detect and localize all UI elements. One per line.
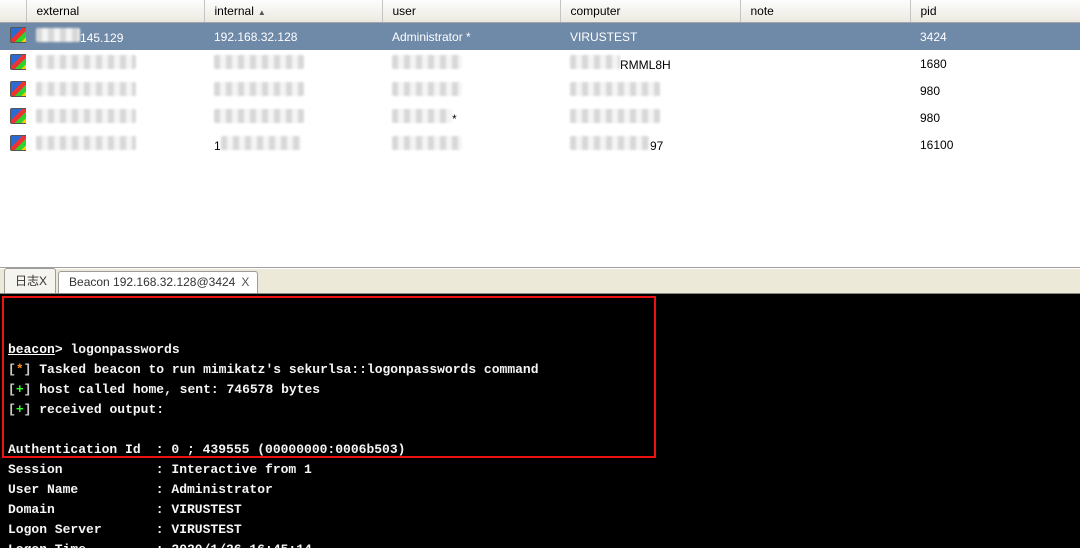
beacon-icon bbox=[10, 54, 26, 70]
beacon-table: external internal user computer note pid… bbox=[0, 0, 1080, 158]
field-value: Administrator bbox=[171, 482, 272, 497]
cell-pid: 3424 bbox=[910, 23, 1080, 51]
field-value: VIRUSTEST bbox=[171, 502, 241, 517]
col-internal[interactable]: internal bbox=[204, 0, 382, 23]
table-row[interactable]: RMML8H 1680 bbox=[0, 50, 1080, 77]
cell-internal: 1 bbox=[214, 139, 221, 153]
field-label: Logon Server bbox=[8, 520, 148, 540]
console-line: received output: bbox=[39, 402, 164, 417]
tab-label: 日志X bbox=[15, 272, 47, 289]
col-external[interactable]: external bbox=[26, 0, 204, 23]
field-value: Interactive from 1 bbox=[171, 462, 311, 477]
beacon-console[interactable]: beacon> logonpasswords [*] Tasked beacon… bbox=[0, 294, 1080, 548]
table-row[interactable]: 1 97 16100 bbox=[0, 131, 1080, 158]
cell-pid: 980 bbox=[910, 104, 1080, 131]
table-row[interactable]: * 980 bbox=[0, 104, 1080, 131]
beacon-icon bbox=[10, 27, 26, 43]
cell-computer: VIRUSTEST bbox=[560, 23, 740, 51]
cell-external: 145.129 bbox=[80, 31, 123, 45]
beacon-list-pane: external internal user computer note pid… bbox=[0, 0, 1080, 268]
cell-pid: 1680 bbox=[910, 50, 1080, 77]
field-value: 2020/1/26 16:45:14 bbox=[171, 542, 311, 548]
cell-internal: 192.168.32.128 bbox=[204, 23, 382, 51]
beacon-icon bbox=[10, 81, 26, 97]
highlight-box bbox=[2, 296, 656, 458]
cell-user: * bbox=[452, 112, 457, 126]
col-computer[interactable]: computer bbox=[560, 0, 740, 23]
beacon-icon bbox=[10, 135, 26, 151]
field-label: Authentication Id bbox=[8, 440, 148, 460]
console-line: host called home, sent: 746578 bytes bbox=[39, 382, 320, 397]
tab-log[interactable]: 日志X bbox=[4, 268, 56, 293]
field-label: User Name bbox=[8, 480, 148, 500]
cell-note bbox=[740, 23, 910, 51]
field-label: Logon Time bbox=[8, 540, 148, 548]
tab-beacon[interactable]: Beacon 192.168.32.128@3424 X bbox=[58, 271, 258, 293]
col-pid[interactable]: pid bbox=[910, 0, 1080, 23]
close-icon[interactable]: X bbox=[241, 275, 249, 289]
cell-pid: 980 bbox=[910, 77, 1080, 104]
table-row[interactable]: 145.129 192.168.32.128 Administrator * V… bbox=[0, 23, 1080, 51]
col-icon[interactable] bbox=[0, 0, 26, 23]
col-user[interactable]: user bbox=[382, 0, 560, 23]
table-header-row: external internal user computer note pid bbox=[0, 0, 1080, 23]
col-note[interactable]: note bbox=[740, 0, 910, 23]
console-line: Tasked beacon to run mimikatz's sekurlsa… bbox=[39, 362, 538, 377]
console-prompt: beacon bbox=[8, 342, 55, 357]
field-value: 0 ; 439555 (00000000:0006b503) bbox=[171, 442, 405, 457]
table-row[interactable]: 980 bbox=[0, 77, 1080, 104]
cell-user: Administrator * bbox=[382, 23, 560, 51]
cell-computer: RMML8H bbox=[620, 58, 671, 72]
tab-bar: 日志X Beacon 192.168.32.128@3424 X bbox=[0, 268, 1080, 294]
cell-pid: 16100 bbox=[910, 131, 1080, 158]
console-command: logonpasswords bbox=[70, 342, 179, 357]
field-label: Session bbox=[8, 460, 148, 480]
tab-label: Beacon 192.168.32.128@3424 bbox=[69, 275, 235, 289]
beacon-icon bbox=[10, 108, 26, 124]
field-label: Domain bbox=[8, 500, 148, 520]
field-value: VIRUSTEST bbox=[171, 522, 241, 537]
cell-computer: 97 bbox=[650, 139, 663, 153]
